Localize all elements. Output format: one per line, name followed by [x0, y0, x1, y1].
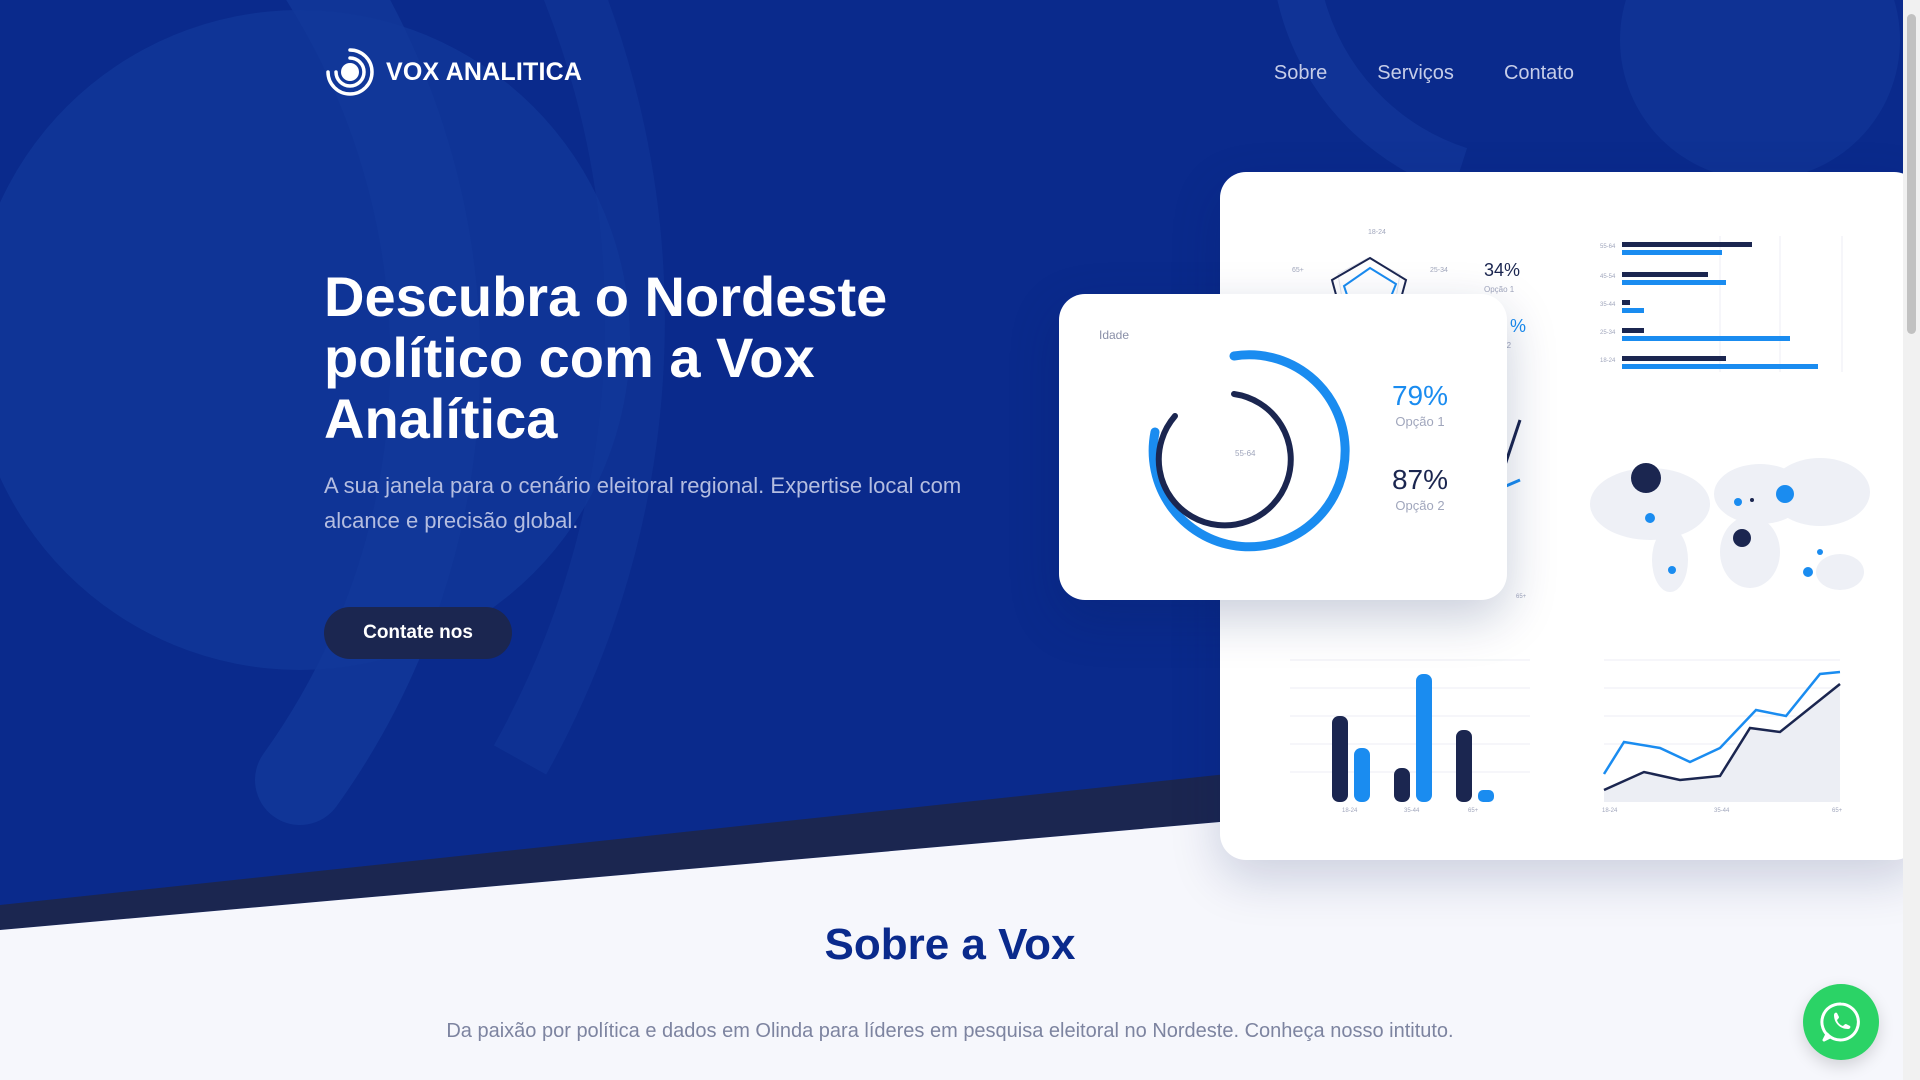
line-label-3: 65+ — [1832, 808, 1843, 814]
line-area-chart: 18-24 35-44 65+ — [1602, 659, 1843, 814]
main-nav: Sobre Serviços Contato — [1274, 62, 1574, 85]
radar-label-left: 65+ — [1292, 267, 1304, 274]
vertical-bar-chart: 18-24 35-44 65+ — [1290, 659, 1530, 814]
stat-option-2: 87% Opção 2 — [1375, 464, 1465, 513]
partial-axis-label: 65+ — [1516, 594, 1527, 600]
stat-option-1: 79% Opção 1 — [1375, 380, 1465, 429]
about-section-title: Sobre a Vox — [824, 920, 1076, 969]
hero-subtitle: A sua janela para o cenário eleitoral re… — [324, 473, 962, 533]
hbar-label-2: 45-54 — [1600, 274, 1616, 280]
vbar-label-2: 35-44 — [1404, 808, 1420, 814]
stat-option-1-label: Opção 1 — [1395, 414, 1445, 429]
peek-stat2-value: % — [1510, 316, 1526, 336]
hbar-label-4: 25-34 — [1600, 330, 1616, 336]
nav-link-sobre[interactable]: Sobre — [1274, 62, 1327, 85]
vbar-label-1: 18-24 — [1342, 808, 1358, 814]
peek-stat-label: Opção 1 — [1484, 285, 1515, 294]
world-map — [1590, 458, 1870, 592]
hbar-label-1: 55-64 — [1600, 244, 1616, 250]
about-section-text: Da paixão por política e dados em Olinda… — [446, 1020, 1454, 1042]
radar-label-top: 18-24 — [1368, 229, 1386, 236]
donut-center-label: 55-64 — [1235, 449, 1256, 458]
vbar-label-3: 65+ — [1468, 808, 1479, 814]
radar-label-right: 25-34 — [1430, 267, 1448, 274]
age-donut-card: Idade 55-64 79% Opção 1 87% Opção 2 — [1059, 294, 1507, 600]
logo-rings-icon — [326, 48, 374, 96]
brand-name: VOX ANALITICA — [386, 57, 583, 86]
nav-link-contato[interactable]: Contato — [1504, 62, 1574, 85]
brand-logo[interactable]: VOX ANALITICA — [324, 46, 582, 98]
peek-stat-value: 34% — [1484, 260, 1520, 280]
horizontal-bar-chart: 55-64 45-54 35-44 25-34 18-24 — [1600, 236, 1843, 372]
hero-section: VOX ANALITICA Sobre Serviços Contato Des… — [0, 0, 1920, 930]
line-label-1: 18-24 — [1602, 808, 1618, 814]
whatsapp-button[interactable] — [1803, 984, 1879, 1060]
hero-headline: Descubra o Nordeste político com a Vox A… — [324, 265, 888, 450]
line-label-2: 35-44 — [1714, 808, 1730, 814]
age-donut-chart: 55-64 — [1148, 350, 1350, 552]
stat-option-2-label: Opção 2 — [1395, 498, 1445, 513]
hbar-label-5: 18-24 — [1600, 358, 1616, 364]
top-navigation: VOX ANALITICA Sobre Serviços Contato — [324, 46, 1574, 106]
page-scrollbar[interactable] — [1903, 0, 1920, 1080]
scrollbar-thumb[interactable] — [1907, 14, 1916, 334]
nav-link-servicos[interactable]: Serviços — [1377, 62, 1454, 85]
whatsapp-icon — [1820, 1002, 1860, 1042]
hbar-label-3: 35-44 — [1600, 302, 1616, 308]
contact-us-button[interactable]: Contate nos — [324, 607, 512, 659]
stat-option-1-value: 79% — [1391, 380, 1449, 411]
stat-option-2-value: 87% — [1391, 464, 1449, 495]
